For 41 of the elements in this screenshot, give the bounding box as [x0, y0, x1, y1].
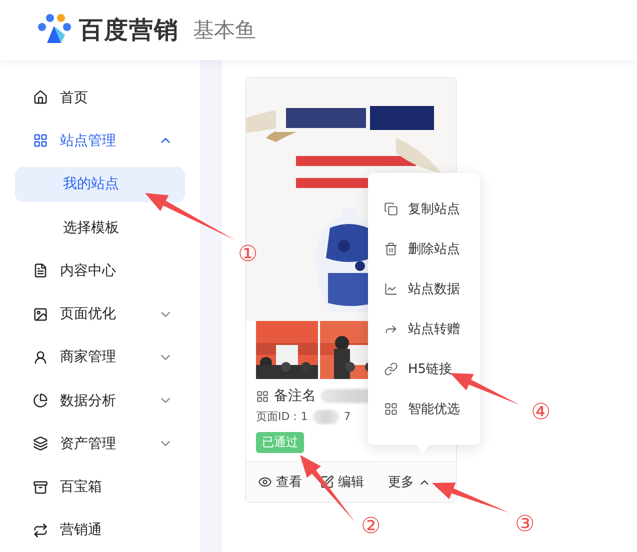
house-icon	[33, 90, 48, 106]
nav-item[interactable]: 商家管理	[15, 336, 185, 380]
blurred-text	[312, 410, 339, 424]
nav-item[interactable]: 数据分析	[15, 379, 185, 422]
brand-name: 百度营销	[79, 15, 179, 46]
nav-subitem[interactable]: 选择模板	[15, 210, 185, 246]
nav-item[interactable]: 站点管理	[15, 119, 185, 162]
step-number: ③	[515, 514, 535, 536]
more-button[interactable]: 更多	[388, 473, 431, 491]
link-icon	[384, 362, 398, 376]
nav-item[interactable]: 营销通	[15, 508, 185, 552]
menu-item[interactable]: 站点转赠	[368, 309, 480, 349]
image-icon	[33, 306, 48, 322]
nav-item[interactable]: 百宝箱	[15, 466, 185, 509]
edit-icon	[320, 475, 334, 489]
site-name: 备注名	[274, 387, 316, 405]
menu-item[interactable]: 智能优选	[368, 389, 480, 429]
nav-item[interactable]: 页面优化	[15, 292, 185, 336]
nav-item[interactable]: 内容中心	[15, 249, 185, 293]
document-icon	[33, 263, 48, 278]
pie-chart-icon	[33, 393, 48, 408]
nav-item[interactable]: 首页	[15, 76, 185, 120]
view-button[interactable]: 查看	[258, 473, 302, 491]
status-badge: 已通过	[256, 432, 304, 453]
page-id-end: 7	[344, 410, 351, 423]
edit-button[interactable]: 编辑	[320, 473, 364, 491]
person-icon	[33, 350, 48, 365]
box-icon	[33, 480, 48, 495]
eye-icon	[258, 475, 272, 489]
qr-code-icon	[256, 390, 269, 402]
grid-icon	[33, 133, 48, 148]
step-number: ④	[531, 402, 551, 424]
menu-item[interactable]: H5链接	[368, 349, 480, 389]
nav-subitem[interactable]: 我的站点	[15, 166, 185, 202]
product-name: 基本鱼	[193, 17, 256, 44]
nav-item[interactable]: 资产管理	[15, 422, 185, 466]
loop-icon	[33, 522, 48, 538]
layers-icon	[33, 436, 48, 452]
page-id: 页面ID：1	[256, 409, 308, 424]
step-number: ②	[361, 516, 381, 538]
grid-icon	[384, 402, 398, 416]
